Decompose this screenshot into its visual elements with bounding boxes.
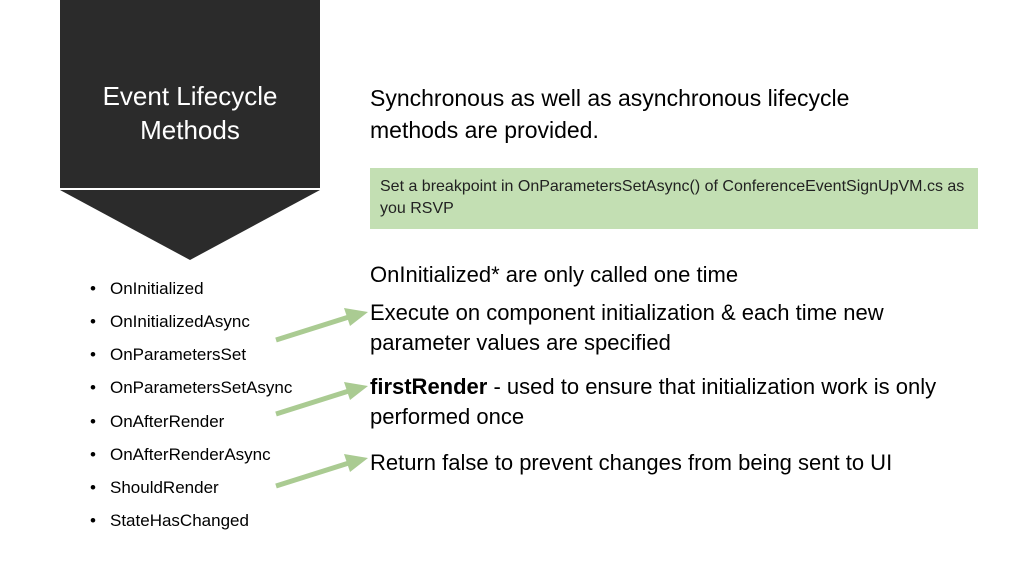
list-item: StateHasChanged: [90, 504, 292, 537]
desc-oninitialized: OnInitialized* are only called one time: [370, 260, 970, 290]
list-item: OnInitialized: [90, 272, 292, 305]
intro-text: Synchronous as well as asynchronous life…: [370, 82, 930, 146]
title-banner-tail: [60, 190, 320, 260]
list-item: OnAfterRenderAsync: [90, 438, 292, 471]
slide-title: Event Lifecycle Methods: [103, 81, 278, 145]
list-item: OnInitializedAsync: [90, 305, 292, 338]
list-item: OnParametersSet: [90, 338, 292, 371]
desc-onparametersset: Execute on component initialization & ea…: [370, 298, 970, 357]
list-item: OnParametersSetAsync: [90, 371, 292, 404]
list-item: OnAfterRender: [90, 405, 292, 438]
title-banner: Event Lifecycle Methods: [60, 0, 320, 188]
lifecycle-method-list: OnInitialized OnInitializedAsync OnParam…: [90, 272, 292, 537]
desc-firstrender: firstRender - used to ensure that initia…: [370, 372, 970, 431]
desc-shouldrender: Return false to prevent changes from bei…: [370, 448, 970, 478]
breakpoint-callout: Set a breakpoint in OnParametersSetAsync…: [370, 168, 978, 229]
list-item: ShouldRender: [90, 471, 292, 504]
desc-firstrender-bold: firstRender: [370, 374, 487, 399]
